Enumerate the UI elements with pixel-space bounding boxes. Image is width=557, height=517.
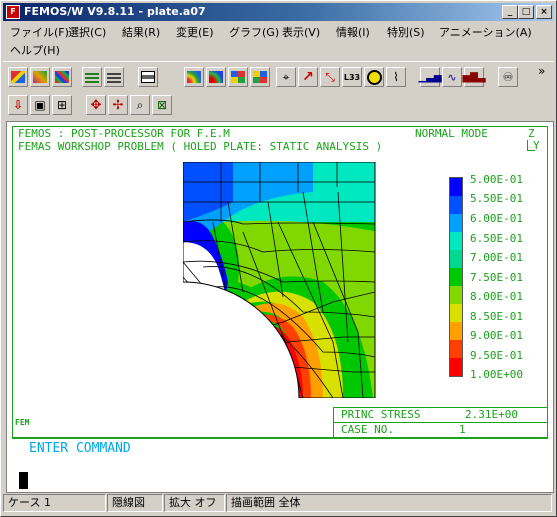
status-hidden-line: 隠線図 bbox=[107, 494, 163, 512]
bar-chart-icon[interactable]: ▁▃▅ bbox=[418, 67, 442, 87]
menu-info[interactable]: 情報(I) bbox=[336, 24, 370, 40]
down-arrow-icon[interactable]: ⇩ bbox=[8, 95, 28, 115]
status-bar: ケース 1 隠線図 拡大 オフ 描画範囲 全体 bbox=[3, 494, 554, 513]
legend-label: 7.00E-01 bbox=[470, 251, 523, 264]
node-down-icon[interactable]: ▣ bbox=[30, 95, 50, 115]
menu-animation[interactable]: アニメーション(A) bbox=[439, 24, 532, 40]
fit-icon[interactable]: ⊠ bbox=[152, 95, 172, 115]
element-color-icon[interactable] bbox=[250, 67, 270, 87]
line-plot-icon[interactable]: ⌇ bbox=[386, 67, 406, 87]
legend-label: 8.00E-01 bbox=[470, 290, 523, 303]
menu-select[interactable]: 選択(C) bbox=[68, 24, 106, 40]
deformed-vector-icon[interactable]: ⤡ bbox=[320, 67, 340, 87]
node-select-icon[interactable]: ⊞ bbox=[52, 95, 72, 115]
title-bar[interactable]: F FEMOS/W V9.8.11 - plate.a07 _ □ × bbox=[3, 3, 554, 21]
legend-label: 5.50E-01 bbox=[470, 192, 523, 205]
window-title: FEMOS/W V9.8.11 - plate.a07 bbox=[24, 5, 206, 18]
legend-swatch bbox=[450, 358, 462, 376]
case-number-value: 1 bbox=[459, 423, 466, 436]
open-model-icon[interactable] bbox=[8, 67, 28, 87]
color-model-icon[interactable] bbox=[30, 67, 50, 87]
legend-label: 8.50E-01 bbox=[470, 310, 523, 323]
legend-label: 6.50E-01 bbox=[470, 232, 523, 245]
mesh-color-icon[interactable] bbox=[52, 67, 72, 87]
menu-view[interactable]: 表示(V) bbox=[282, 24, 320, 40]
status-case: ケース 1 bbox=[3, 494, 106, 512]
command-divider bbox=[12, 438, 548, 439]
legend-label: 9.50E-01 bbox=[470, 349, 523, 362]
legend-swatch bbox=[450, 322, 462, 340]
status-zoom: 拡大 オフ bbox=[164, 494, 225, 512]
fem-logo: FEM bbox=[15, 418, 30, 427]
legend-label: 5.00E-01 bbox=[470, 173, 523, 186]
graphics-canvas[interactable]: FEMOS : POST-PROCESSOR FOR F.E.M FEMAS W… bbox=[6, 121, 554, 493]
toolbar-overflow-icon[interactable]: » bbox=[538, 64, 545, 78]
legend-swatch bbox=[450, 232, 462, 250]
header-subtitle: FEMAS WORKSHOP PROBLEM ( HOLED PLATE: ST… bbox=[18, 140, 383, 153]
minimize-button[interactable]: _ bbox=[502, 5, 518, 19]
legend-swatch bbox=[450, 340, 462, 358]
l33-icon[interactable]: L33 bbox=[342, 67, 362, 87]
vector-arrow-icon[interactable]: ↗ bbox=[298, 67, 318, 87]
print-icon[interactable] bbox=[138, 67, 158, 87]
legend-color-bar bbox=[449, 177, 463, 377]
legend-swatch bbox=[450, 214, 462, 232]
select-icon[interactable]: ✥ bbox=[86, 95, 106, 115]
menu-special[interactable]: 特別(S) bbox=[387, 24, 425, 40]
command-cursor[interactable] bbox=[19, 472, 28, 489]
wave-chart-icon[interactable]: ∿ bbox=[442, 67, 462, 87]
mode-label: NORMAL MODE bbox=[415, 127, 488, 140]
header-title: FEMOS : POST-PROCESSOR FOR F.E.M bbox=[18, 127, 230, 140]
menu-graph[interactable]: グラフ(G) bbox=[229, 24, 279, 40]
legend-label: 1.00E+00 bbox=[470, 368, 523, 381]
application-window: F FEMOS/W V9.8.11 - plate.a07 _ □ × ファイル… bbox=[0, 0, 557, 517]
status-draw-range: 描画範囲 全体 bbox=[226, 494, 552, 512]
grid-color-icon[interactable] bbox=[228, 67, 248, 87]
stress-contour-plot bbox=[183, 162, 376, 398]
legend-label: 6.00E-01 bbox=[470, 212, 523, 225]
stress-type-label: PRINC STRESS bbox=[341, 408, 421, 421]
maximize-button[interactable]: □ bbox=[518, 5, 534, 19]
band-icon[interactable] bbox=[206, 67, 226, 87]
move-icon[interactable]: ✢ bbox=[108, 95, 128, 115]
menu-results[interactable]: 結果(R) bbox=[122, 24, 160, 40]
layers-icon[interactable] bbox=[82, 67, 102, 87]
case-number-label: CASE NO. bbox=[341, 423, 394, 436]
legend-swatch bbox=[450, 178, 462, 196]
legend-swatch bbox=[450, 250, 462, 268]
legend-swatch bbox=[450, 268, 462, 286]
menu-help[interactable]: ヘルプ(H) bbox=[10, 42, 60, 58]
axes-icon[interactable]: ⌖ bbox=[276, 67, 296, 87]
legend-swatch bbox=[450, 196, 462, 214]
stress-value: 2.31E+00 bbox=[465, 408, 518, 421]
legend-swatch bbox=[450, 304, 462, 322]
circle-icon[interactable] bbox=[364, 67, 384, 87]
column-chart-icon[interactable]: ▅▇▃ bbox=[462, 67, 486, 87]
menu-change[interactable]: 変更(E) bbox=[176, 24, 214, 40]
contour-icon[interactable] bbox=[184, 67, 204, 87]
rotate-icon[interactable]: ♾ bbox=[498, 67, 518, 87]
axis-icon bbox=[527, 140, 535, 151]
zoom-icon[interactable]: ⌕ bbox=[130, 95, 150, 115]
legend-label: 9.00E-01 bbox=[470, 329, 523, 342]
femos-app-icon[interactable]: F bbox=[6, 5, 20, 19]
stack-icon[interactable] bbox=[104, 67, 124, 87]
command-prompt: ENTER COMMAND bbox=[29, 441, 131, 456]
close-button[interactable]: × bbox=[536, 5, 552, 19]
legend-swatch bbox=[450, 286, 462, 304]
menu-file[interactable]: ファイル(F) bbox=[10, 24, 69, 40]
menu-bar: ファイル(F) 選択(C) 結果(R) 変更(E) グラフ(G) 表示(V) 情… bbox=[3, 22, 554, 58]
toolbar: ⌖ ↗ ⤡ L33 ⌇ ▁▃▅ ∿ ▅▇▃ ♾ » ⇩ ▣ ⊞ ✥ ✢ ⌕ ⊠ bbox=[3, 61, 554, 120]
legend-label: 7.50E-01 bbox=[470, 271, 523, 284]
